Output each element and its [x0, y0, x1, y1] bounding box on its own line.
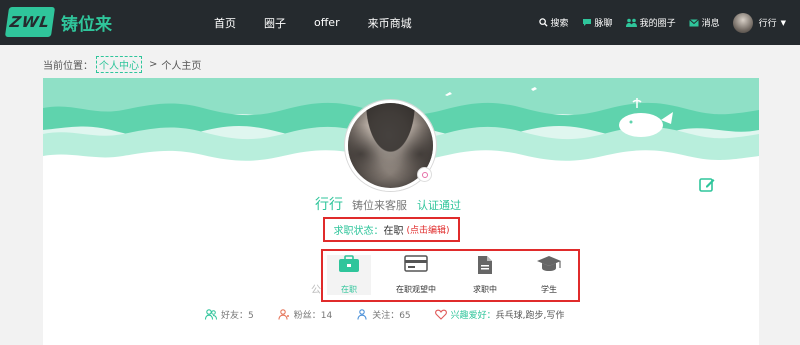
job-option-employed[interactable]: 在职 — [327, 255, 371, 295]
user-nav: 搜索 脉聊 我的圈子 消息 行行 ▼ — [526, 0, 786, 45]
nav-offer[interactable]: offer — [314, 16, 340, 29]
card-icon — [404, 255, 428, 276]
breadcrumb-separator: > — [149, 59, 158, 70]
search-link[interactable]: 搜索 — [538, 16, 569, 29]
my-circles-link[interactable]: 我的圈子 — [625, 16, 676, 29]
breadcrumb: 当前位置： 个人中心 > 个人主页 — [43, 56, 201, 73]
heart-icon — [434, 309, 447, 320]
profile-name: 行行 — [315, 197, 343, 213]
my-circles-label: 我的圈子 — [639, 19, 676, 29]
logo-mark: ZWL — [4, 7, 56, 37]
profile-stats: 好友：5 粉丝：14 关注：65 兴趣爱好： 兵乓球,跑步,写作 — [205, 308, 588, 321]
graduation-cap-icon — [536, 255, 562, 277]
site-logo[interactable]: ZWL 铸位来 — [4, 7, 112, 37]
caret-down-icon: ▼ — [780, 18, 786, 27]
friends-icon — [205, 309, 217, 320]
fans-count: 粉丝：14 — [293, 311, 333, 321]
fans-icon — [278, 309, 289, 320]
breadcrumb-link-personal-center[interactable]: 个人中心 — [96, 56, 142, 73]
breadcrumb-prefix: 当前位置： — [43, 61, 93, 72]
chat-bubble-icon — [582, 18, 592, 27]
messages-link[interactable]: 消息 — [688, 16, 720, 29]
chat-label: 脉聊 — [594, 19, 613, 29]
stat-fans[interactable]: 粉丝：14 — [278, 308, 332, 321]
job-status-options: 在职 在职观望中 求职中 学生 — [321, 249, 580, 302]
job-option-label: 学生 — [541, 285, 557, 294]
logo-text: 铸位来 — [61, 14, 112, 35]
stat-follows[interactable]: 关注：65 — [356, 308, 411, 321]
document-icon — [477, 255, 493, 279]
messages-label: 消息 — [701, 19, 720, 29]
job-option-seeking[interactable]: 求职中 — [463, 255, 507, 295]
hidden-text: 公 — [311, 285, 321, 296]
stat-friends[interactable]: 好友：5 — [205, 308, 254, 321]
group-icon — [625, 18, 637, 27]
friends-count: 好友：5 — [221, 311, 254, 321]
job-status-edit-link[interactable]: (点击编辑) — [406, 223, 449, 236]
verified-badge: 认证通过 — [417, 199, 461, 212]
follows-count: 关注：65 — [372, 311, 411, 321]
job-status-label: 求职状态： — [333, 226, 384, 237]
chat-link[interactable]: 脉聊 — [582, 16, 613, 29]
top-navbar: ZWL 铸位来 首页 圈子 offer 来币商城 搜索 脉聊 我的圈子 消息 行… — [0, 0, 800, 45]
nav-mall[interactable]: 来币商城 — [368, 15, 412, 31]
camera-badge-icon[interactable] — [417, 167, 432, 182]
job-option-label: 求职中 — [473, 285, 497, 294]
profile-name-row: 行行 铸位来客服 认证通过 — [315, 194, 461, 214]
job-option-student[interactable]: 学生 — [529, 255, 569, 295]
avatar — [732, 12, 753, 33]
follow-icon — [357, 309, 367, 320]
job-status-value: 在职 — [383, 226, 404, 237]
main-nav: 首页 圈子 offer 来币商城 — [214, 0, 440, 45]
nav-circles[interactable]: 圈子 — [264, 15, 286, 31]
breadcrumb-current: 个人主页 — [161, 61, 202, 72]
job-option-label: 在职观望中 — [396, 285, 436, 294]
user-menu[interactable]: 行行 ▼ — [732, 12, 786, 33]
profile-card: 行行 铸位来客服 认证通过 求职状态： 在职 (点击编辑) 公 在职 在职观望中… — [43, 78, 759, 345]
job-status-field[interactable]: 求职状态： 在职 (点击编辑) — [323, 217, 460, 242]
search-label: 搜索 — [550, 19, 569, 29]
mail-icon — [688, 18, 699, 27]
user-menu-name: 行行 — [758, 19, 777, 29]
hobby-label: 兴趣爱好： — [450, 311, 496, 321]
job-option-label: 在职 — [341, 285, 357, 294]
profile-role: 铸位来客服 — [352, 199, 407, 212]
job-option-watching[interactable]: 在职观望中 — [389, 255, 443, 295]
search-icon — [538, 18, 548, 27]
hobby-value: 兵乓球,跑步,写作 — [495, 311, 565, 321]
nav-home[interactable]: 首页 — [214, 15, 236, 31]
stat-hobbies: 兴趣爱好： 兵乓球,跑步,写作 — [434, 308, 565, 321]
briefcase-icon — [338, 255, 360, 277]
edit-profile-icon[interactable] — [698, 176, 716, 198]
